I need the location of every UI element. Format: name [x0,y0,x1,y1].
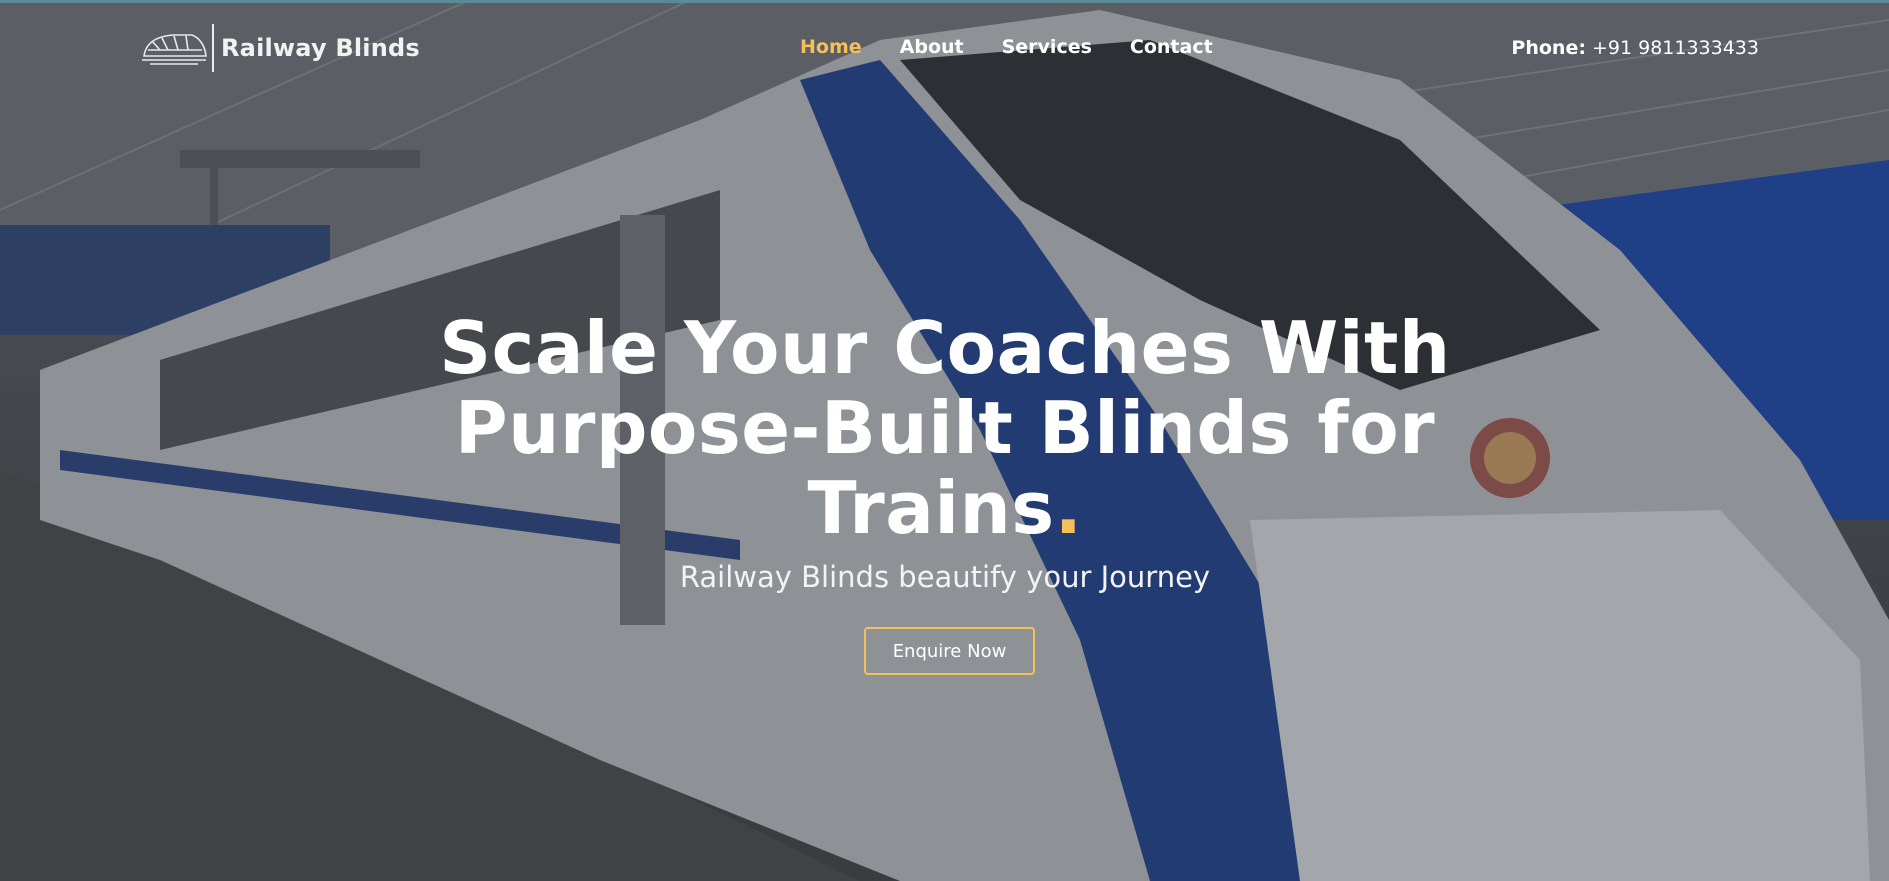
headline-accent-dot: . [1054,466,1083,550]
nav-item-contact[interactable]: Contact [1130,36,1213,58]
hero-headline: Scale Your Coaches With Purpose-Built Bl… [395,308,1495,548]
logo-divider [212,24,214,72]
nav-item-services[interactable]: Services [1002,36,1092,58]
headline-line-2: Purpose-Built Blinds for [454,386,1436,470]
brand-name: Railway Blinds [221,34,420,62]
site-header: Railway Blinds Home About Services Conta… [0,0,1889,100]
enquire-now-button[interactable]: Enquire Now [864,627,1035,675]
phone-label: Phone: [1511,37,1586,59]
phone-number[interactable]: +91 9811333433 [1592,37,1759,59]
nav-item-about[interactable]: About [900,36,964,58]
train-icon [142,34,207,65]
headline-line-1: Scale Your Coaches With [439,306,1451,390]
main-nav: Home About Services Contact [800,36,1251,58]
header-phone: Phone: +91 9811333433 [1511,37,1759,59]
brand-logo[interactable]: Railway Blinds [140,22,420,74]
hero-tagline: Railway Blinds beautify your Journey [679,560,1211,594]
headline-line-3: Trains [807,466,1055,550]
nav-item-home[interactable]: Home [800,36,862,58]
